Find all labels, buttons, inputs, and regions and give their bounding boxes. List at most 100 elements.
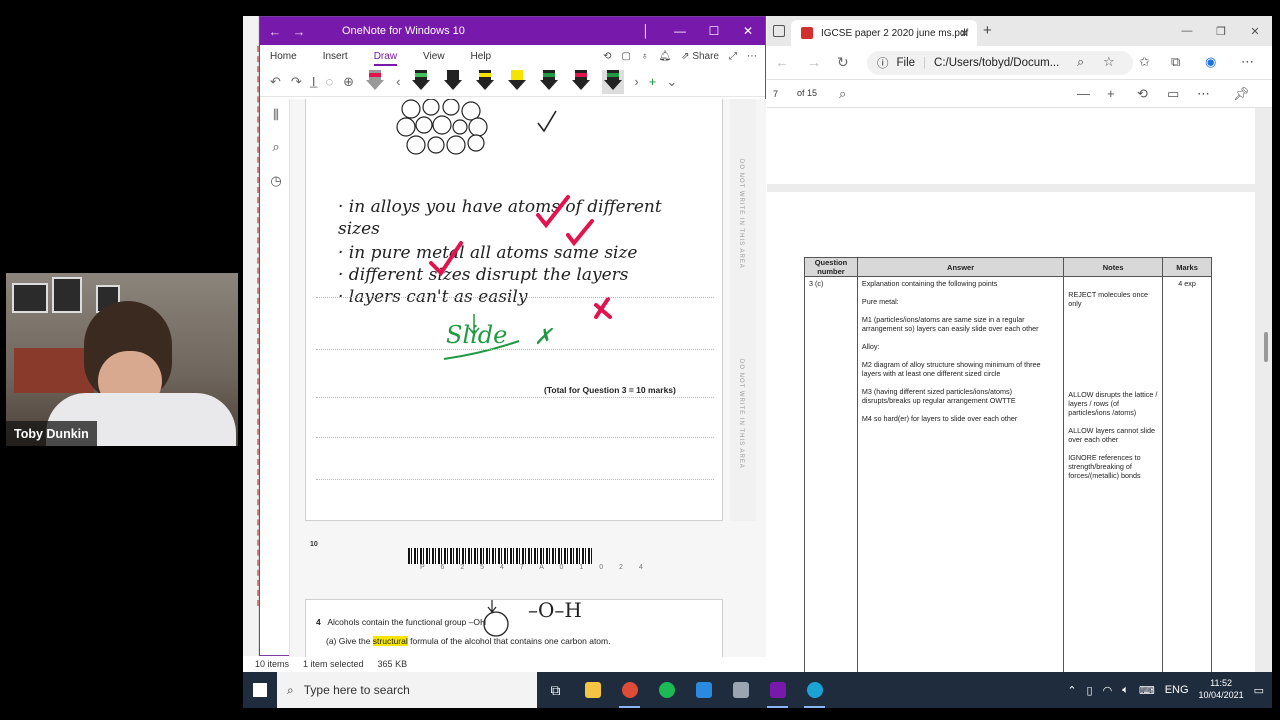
tab-pdf[interactable]: IGCSE paper 2 2020 june ms.pdf ✕ xyxy=(791,20,977,46)
black-pen-icon[interactable] xyxy=(442,69,464,94)
tab-actions-icon[interactable] xyxy=(773,25,785,37)
favorites-icon[interactable]: ✩ xyxy=(1139,54,1150,70)
zoom-out-icon[interactable]: — xyxy=(1077,86,1090,101)
favorite-star-icon[interactable]: ☆ xyxy=(1103,54,1115,70)
sync-icon[interactable]: ⟲ xyxy=(603,51,611,62)
note-reject: REJECT molecules once only xyxy=(1068,290,1149,308)
lasso-icon[interactable]: ◌ xyxy=(325,74,333,89)
tab-draw[interactable]: Draw xyxy=(373,51,398,66)
question-total: (Total for Question 3 = 10 marks) xyxy=(544,385,676,395)
expand-icon[interactable]: ⤢ xyxy=(729,51,737,62)
collections-icon[interactable]: ⧉ xyxy=(1171,54,1180,70)
url-scheme: File xyxy=(896,57,916,69)
page-number-input[interactable]: 7 xyxy=(773,86,791,102)
note-canvas[interactable]: · in alloys you have atoms of different … xyxy=(290,99,766,657)
settings-more-icon[interactable]: ⋯ xyxy=(1241,54,1254,70)
cell-notes: REJECT molecules once only ALLOW disrupt… xyxy=(1063,276,1164,672)
search-icon[interactable]: ⌕ xyxy=(268,139,284,155)
app-blue-icon[interactable] xyxy=(685,672,722,708)
green-marker-icon[interactable] xyxy=(538,69,560,94)
recent-clock-icon[interactable]: ◷ xyxy=(268,173,284,189)
undo-icon[interactable]: ↶ xyxy=(270,74,281,90)
pdf-icon xyxy=(801,27,813,39)
task-view-icon[interactable]: ⧉ xyxy=(537,672,574,708)
language-indicator[interactable]: ENG xyxy=(1165,684,1189,696)
refresh-icon[interactable]: ↻ xyxy=(837,54,849,71)
red-pen-icon[interactable] xyxy=(570,69,592,94)
highlighter-yellow-icon[interactable] xyxy=(506,69,528,94)
chevron-down-icon[interactable]: ⌄ xyxy=(666,74,677,90)
overflow-icon[interactable]: ⋯ xyxy=(747,51,757,62)
app-settings-icon[interactable] xyxy=(722,672,759,708)
note-ignore: IGNORE references to strength/breaking o… xyxy=(1068,453,1141,480)
chevron-left-icon[interactable]: ‹ xyxy=(396,74,400,89)
pdf-viewer[interactable]: Question number Answer Notes Marks 3 (c)… xyxy=(767,108,1272,672)
notebooks-icon[interactable]: ⫼ xyxy=(268,107,284,123)
more-icon[interactable]: │ xyxy=(629,17,663,45)
maximize-icon[interactable]: ☐ xyxy=(697,17,731,45)
eraser-pen-icon[interactable] xyxy=(364,69,386,94)
green-pen-icon[interactable] xyxy=(410,69,432,94)
text-select-icon[interactable]: I̲ xyxy=(312,74,316,89)
close-icon[interactable]: ✕ xyxy=(731,17,765,45)
start-button[interactable] xyxy=(243,672,277,708)
tab-view[interactable]: View xyxy=(423,51,445,62)
pdf-more-icon[interactable]: ⋯ xyxy=(1197,86,1210,102)
url-field[interactable]: ⓘ File | C:/Users/tobyd/Docum... xyxy=(867,51,1133,75)
page-icon[interactable]: ▢ xyxy=(621,51,630,62)
pdf-toolbar: 7 of 15 ⌕ — + ⟲ ▭ ⋯ 📌︎ xyxy=(767,80,1272,108)
chevron-right-icon[interactable]: › xyxy=(634,74,638,89)
zoom-in-icon[interactable]: + xyxy=(1107,86,1115,101)
back-arrow-icon[interactable]: ← xyxy=(775,54,789,70)
forward-arrow-icon[interactable]: → xyxy=(290,24,308,39)
tab-close-icon[interactable]: ✕ xyxy=(960,27,969,40)
search-icon[interactable]: ⌕ xyxy=(839,86,846,102)
file-explorer-edge xyxy=(243,16,259,672)
spotify-icon[interactable] xyxy=(648,672,685,708)
ruler-icon[interactable]: ⊕ xyxy=(343,74,354,90)
minimize-icon[interactable]: — xyxy=(1170,16,1204,46)
chevron-up-icon[interactable]: ⌃ xyxy=(1067,684,1076,697)
clock[interactable]: 11:52 10/04/2021 xyxy=(1199,678,1244,701)
profile-icon[interactable]: ◉ xyxy=(1205,54,1216,70)
minimize-icon[interactable]: — xyxy=(663,17,697,45)
battery-icon[interactable]: ▯ xyxy=(1087,684,1093,697)
fit-page-icon[interactable]: ▭ xyxy=(1167,86,1179,102)
tab-home[interactable]: Home xyxy=(270,51,297,62)
volume-icon[interactable]: 🔈︎ xyxy=(1122,684,1129,697)
windows-icon xyxy=(253,683,267,697)
zoom-icon[interactable]: ⌕ xyxy=(1077,54,1084,70)
add-pen-icon[interactable]: + xyxy=(649,74,657,89)
forward-arrow-icon[interactable]: → xyxy=(807,54,821,70)
back-arrow-icon[interactable]: ← xyxy=(266,24,284,39)
restore-icon[interactable]: ❐ xyxy=(1204,16,1238,46)
header-notes: Notes xyxy=(1063,257,1164,277)
status-items: 10 items xyxy=(255,659,290,669)
clock-date: 10/04/2021 xyxy=(1198,690,1244,700)
tab-help[interactable]: Help xyxy=(471,51,492,62)
keyboard-icon[interactable]: ⌨ xyxy=(1139,684,1155,697)
selected-green-pen-icon[interactable] xyxy=(602,69,625,94)
rotate-icon[interactable]: ⟲ xyxy=(1137,86,1148,102)
pdf-scrollbar[interactable] xyxy=(1264,122,1270,672)
wifi-icon[interactable]: ◠ xyxy=(1103,684,1113,697)
bell-icon[interactable]: 🔔︎ xyxy=(658,51,671,62)
taskbar-search[interactable]: ⌕ Type here to search xyxy=(277,672,537,708)
share-button[interactable]: ⇗ Share xyxy=(681,51,719,62)
file-explorer-icon[interactable] xyxy=(574,672,611,708)
onenote-icon[interactable] xyxy=(759,672,796,708)
close-icon[interactable]: ✕ xyxy=(1238,16,1272,46)
pin-icon[interactable]: 📌︎ xyxy=(1233,86,1250,102)
answer-m4: M4 so hard(er) for layers to slide over … xyxy=(861,414,1018,423)
lightbulb-icon[interactable]: ♁ xyxy=(641,51,649,62)
chrome-icon[interactable] xyxy=(611,672,648,708)
tab-insert[interactable]: Insert xyxy=(323,51,348,62)
window-title: OneNote for Windows 10 xyxy=(342,25,465,37)
new-tab-icon[interactable]: + xyxy=(983,22,992,39)
redo-icon[interactable]: ↷ xyxy=(291,74,302,90)
edge-icon[interactable] xyxy=(796,672,833,708)
note-allow-disrupts: ALLOW disrupts the lattice / layers / ro… xyxy=(1068,390,1158,417)
notifications-icon[interactable]: ▭ xyxy=(1254,684,1264,697)
onenote-window: ← → OneNote for Windows 10 │ — ☐ ✕ Home … xyxy=(259,16,766,657)
yellow-pen-icon[interactable] xyxy=(474,69,496,94)
